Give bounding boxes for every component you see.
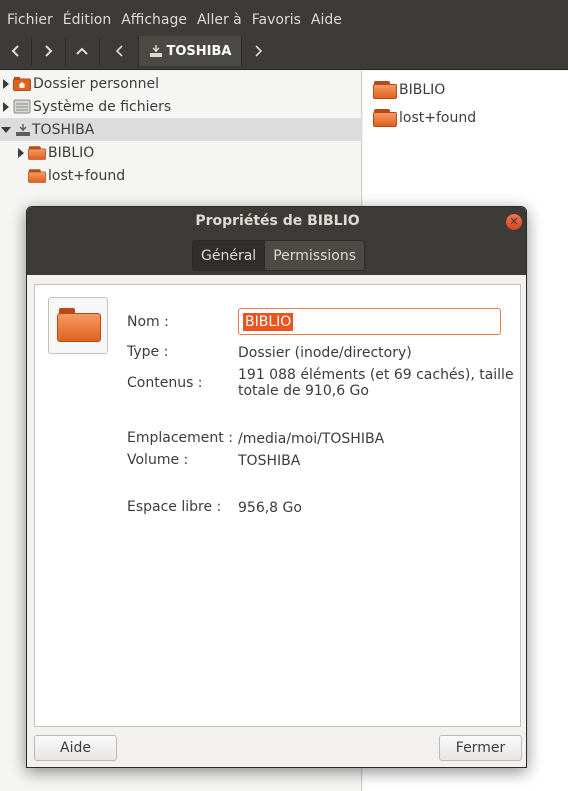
volume-value: TOSHIBA: [238, 453, 301, 469]
chevron-up-icon: [76, 47, 88, 55]
breadcrumb-label: TOSHIBA: [166, 43, 232, 59]
free-space-label: Espace libre :: [127, 499, 222, 515]
folder-icon: [28, 168, 46, 183]
dialog-title: Propriétés de BIBLIO: [195, 213, 360, 229]
forward-button[interactable]: [32, 36, 64, 66]
tree-item-filesystem[interactable]: Système de fichiers: [0, 95, 362, 118]
tree-item-label: Dossier personnel: [33, 75, 160, 92]
close-icon[interactable]: ✕: [506, 214, 522, 230]
volume-label: Volume :: [127, 452, 189, 468]
menu-affichage[interactable]: Affichage: [116, 0, 192, 38]
tree-item-label: TOSHIBA: [32, 121, 95, 138]
chevron-left-icon: [115, 45, 123, 57]
tree-item-biblio[interactable]: BIBLIO: [0, 141, 362, 164]
usb-drive-icon: [149, 45, 162, 57]
back-button[interactable]: [0, 36, 32, 66]
name-field-value: BIBLIO: [243, 312, 294, 331]
tree-item-label: lost+found: [48, 167, 126, 184]
up-button[interactable]: [66, 36, 98, 66]
file-item-lost-found[interactable]: lost+found: [373, 109, 476, 127]
folder-icon: [57, 308, 101, 342]
usb-drive-icon: [16, 123, 30, 136]
tab-permissions[interactable]: Permissions: [264, 241, 364, 270]
tree-item-label: BIBLIO: [48, 144, 95, 161]
location-label: Emplacement :: [127, 430, 233, 446]
tree-item-home[interactable]: Dossier personnel: [0, 72, 362, 95]
contents-value-line1: 191 088 éléments (et 69 cachés), taille: [238, 367, 514, 383]
folder-icon: [373, 109, 397, 127]
chevron-left-icon: [11, 45, 19, 57]
tree-item-lost-found[interactable]: lost+found: [0, 164, 362, 187]
menu-fichier[interactable]: Fichier: [2, 0, 58, 38]
file-item-label: BIBLIO: [399, 82, 446, 98]
toolbar-separator: [99, 38, 100, 66]
path-forward-button[interactable]: [242, 36, 274, 66]
menubar: Fichier Édition Affichage Aller à Favori…: [0, 0, 568, 38]
home-folder-icon: [13, 77, 31, 91]
expander-icon[interactable]: [1, 126, 11, 133]
contents-label: Contenus :: [127, 375, 203, 391]
contents-value-line2: totale de 910,6 Go: [238, 383, 369, 399]
tree-item-toshiba[interactable]: TOSHIBA: [0, 118, 362, 141]
close-button[interactable]: Fermer: [439, 735, 522, 761]
name-field[interactable]: BIBLIO: [238, 308, 501, 335]
properties-dialog: Propriétés de BIBLIO ✕ Général Permissio…: [26, 206, 527, 768]
location-value: /media/moi/TOSHIBA: [238, 431, 385, 447]
expander-icon[interactable]: [3, 101, 9, 112]
folder-icon-button[interactable]: [48, 297, 108, 354]
breadcrumb-toshiba[interactable]: TOSHIBA: [138, 36, 242, 66]
dialog-header: Propriétés de BIBLIO ✕ Général Permissio…: [27, 207, 526, 275]
general-panel: Nom : BIBLIO Type : Dossier (inode/direc…: [34, 284, 521, 727]
type-label: Type :: [127, 344, 169, 360]
tree-item-label: Système de fichiers: [33, 98, 172, 115]
drive-icon: [13, 99, 31, 114]
menu-aller-a[interactable]: Aller à: [192, 0, 247, 38]
file-item-label: lost+found: [399, 110, 477, 126]
dialog-tabs: Général Permissions: [192, 240, 365, 271]
path-back-button[interactable]: [104, 36, 136, 66]
file-item-biblio[interactable]: BIBLIO: [373, 81, 445, 99]
free-space-value: 956,8 Go: [238, 500, 302, 516]
menu-edition[interactable]: Édition: [58, 0, 116, 38]
type-value: Dossier (inode/directory): [238, 345, 412, 361]
expander-icon[interactable]: [18, 147, 24, 158]
menu-favoris[interactable]: Favoris: [247, 0, 306, 38]
expander-icon[interactable]: [3, 78, 9, 89]
help-button[interactable]: Aide: [34, 735, 117, 761]
folder-icon: [373, 81, 397, 99]
chevron-right-icon: [45, 45, 53, 57]
chevron-right-icon: [255, 45, 263, 57]
tab-general[interactable]: Général: [193, 241, 265, 270]
toolbar: TOSHIBA: [0, 34, 568, 70]
folder-icon: [28, 145, 46, 160]
menu-aide[interactable]: Aide: [306, 0, 347, 38]
name-label: Nom :: [127, 314, 169, 330]
